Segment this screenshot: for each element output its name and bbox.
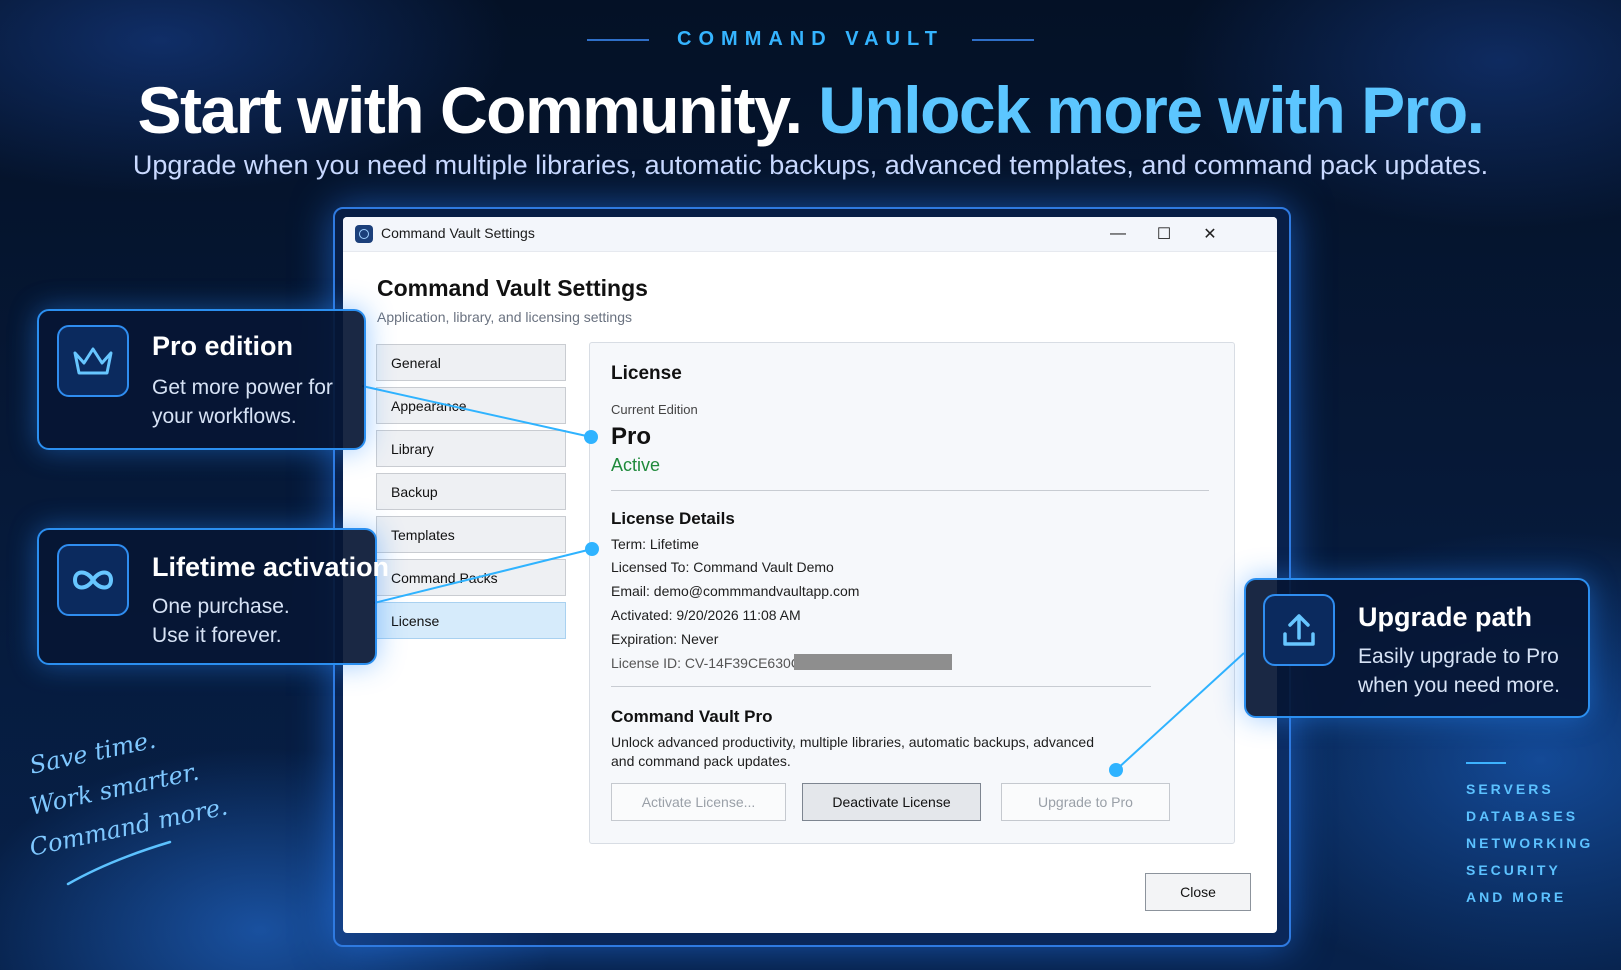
connector-dot-pro [584,430,598,444]
connector-dot-lifetime [585,542,599,556]
callout-title: Lifetime activation [152,552,390,582]
callout-title: Upgrade path [1358,602,1533,632]
categories-accent-line [1466,762,1506,764]
callout-body: Get more power for your workflows. [152,376,333,428]
connector-dot-upgrade [1109,763,1123,777]
connector-pro [361,385,592,438]
callout-upgrade-path: Upgrade path Easily upgrade to Pro when … [1244,578,1590,718]
callout-pro-edition: Pro edition Get more power for your work… [37,309,366,450]
category-item: SERVERS [1466,781,1554,797]
category-item: SECURITY [1466,862,1561,878]
callout-connectors [361,385,1245,777]
callout-lifetime-activation: Lifetime activation One purchase. Use it… [37,528,389,665]
upload-icon [1263,594,1335,666]
callout-body-line-1: One purchase. [152,595,290,618]
category-item: DATABASES [1466,808,1579,824]
category-item: NETWORKING [1466,835,1594,851]
callout-body: Easily upgrade to Pro when you need more… [1358,645,1560,697]
callout-title: Pro edition [152,331,293,361]
tagline-underline [66,840,172,886]
infinity-icon [57,544,129,616]
connector-upgrade [1115,652,1245,771]
callout-body-line-2: Use it forever. [152,624,282,647]
category-item: AND MORE [1466,889,1567,905]
crown-icon [57,325,129,397]
connector-lifetime [373,548,593,604]
